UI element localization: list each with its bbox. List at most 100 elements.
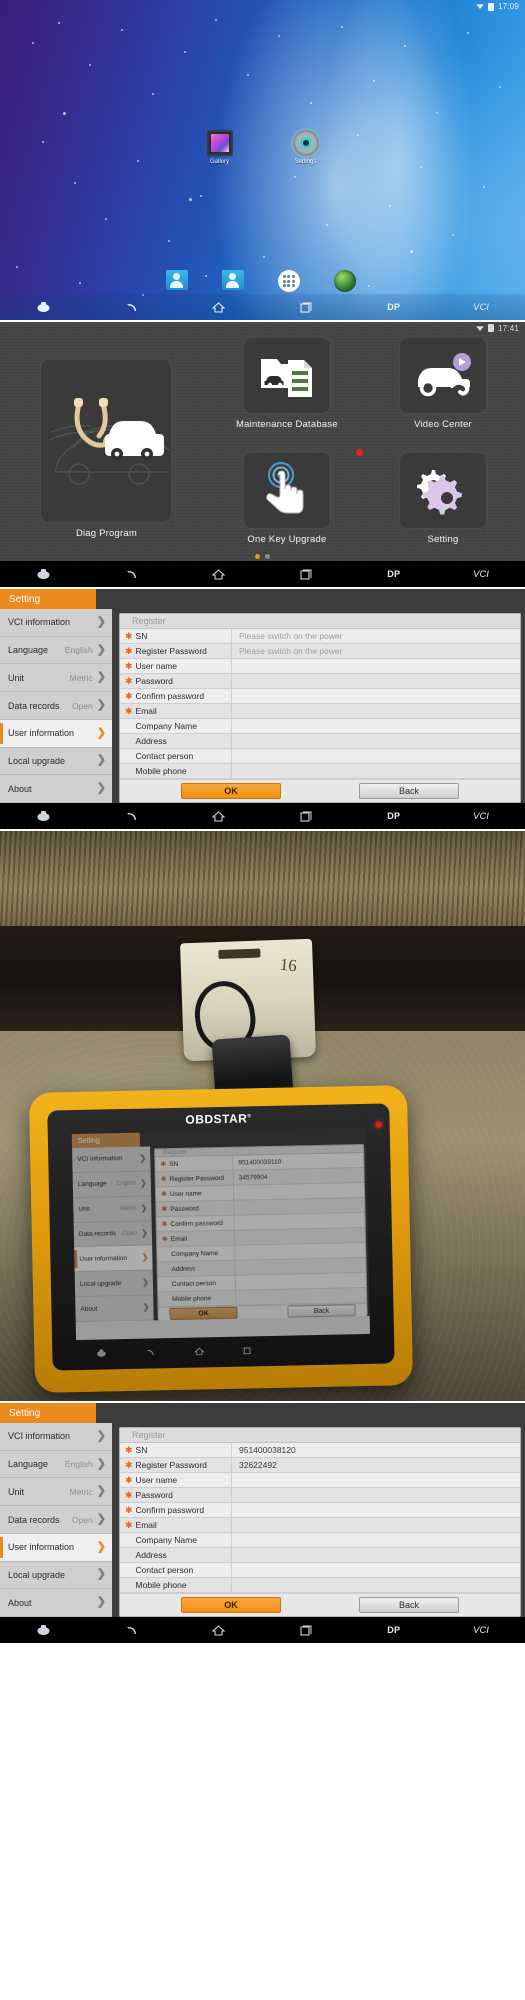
page-dot-active[interactable] <box>255 554 260 559</box>
form-row-email[interactable]: ✱ Email <box>120 704 520 720</box>
tile-diag-program[interactable]: Diag Program <box>8 336 205 561</box>
form-row-confirm-password[interactable]: ✱ Confirm password <box>120 1503 520 1519</box>
password-input[interactable] <box>234 1198 364 1215</box>
mobile-phone-input[interactable] <box>232 764 520 778</box>
sidebar-item-data-records[interactable]: Data records Open ❯ <box>0 692 112 720</box>
sidebar-item-vci-information[interactable]: VCI information ❯ <box>0 1423 112 1451</box>
address-input[interactable] <box>232 734 520 748</box>
register-password-input[interactable]: 32622492 <box>232 1458 520 1472</box>
sn-input[interactable]: 951400038120 <box>232 1443 520 1457</box>
form-row-address[interactable]: ✱Address <box>120 1548 520 1564</box>
contact-person-input[interactable] <box>232 749 520 763</box>
sn-input[interactable]: 951400039110 <box>233 1153 363 1170</box>
tile-video-center[interactable]: Video Center <box>369 336 517 447</box>
nav-back-button[interactable] <box>88 568 176 580</box>
nav-recents-button[interactable] <box>263 1625 351 1636</box>
nav-recents-button[interactable] <box>223 1346 272 1355</box>
form-row-user-name[interactable]: ✱ User name <box>120 1473 520 1489</box>
sidebar-item-language[interactable]: Language English ❯ <box>0 1450 112 1479</box>
nav-vci-button[interactable]: VCI <box>438 811 525 821</box>
nav-back-button[interactable] <box>125 1348 174 1357</box>
confirm-password-input[interactable] <box>235 1213 365 1230</box>
email-input[interactable] <box>235 1228 365 1245</box>
nav-dp-button[interactable]: DP <box>350 302 438 312</box>
sidebar-item-user-information[interactable]: User information ❯ <box>0 1533 112 1562</box>
dock-browser[interactable] <box>333 270 360 292</box>
form-row-register-password[interactable]: ✱ Register Password 32622492 <box>120 1458 520 1474</box>
tab-setting[interactable]: Setting <box>0 589 96 609</box>
form-row-email[interactable]: ✱ Email <box>120 1518 520 1534</box>
nav-recents-button[interactable] <box>263 302 351 313</box>
form-row-password[interactable]: ✱ Password <box>120 1488 520 1504</box>
nav-vci-button[interactable]: VCI <box>438 302 525 312</box>
user-name-input[interactable] <box>232 1473 520 1487</box>
nav-vci-button[interactable] <box>321 1348 370 1349</box>
nav-home-button[interactable] <box>175 810 263 822</box>
sidebar-item-language[interactable]: Language English ❯ <box>72 1171 152 1198</box>
form-row-contact-person[interactable]: ✱Contact person <box>120 1563 520 1579</box>
contact-person-input[interactable] <box>236 1273 366 1290</box>
password-input[interactable] <box>232 1488 520 1502</box>
dock-contacts[interactable] <box>221 270 248 292</box>
contact-person-input[interactable] <box>232 1563 520 1577</box>
address-input[interactable] <box>232 1548 520 1562</box>
mobile-phone-input[interactable] <box>232 1578 520 1592</box>
confirm-password-input[interactable] <box>232 689 520 703</box>
confirm-password-input[interactable] <box>232 1503 520 1517</box>
tile-one-key-upgrade[interactable]: One Key Upgrade <box>213 448 363 562</box>
sidebar-item-user-information[interactable]: User information ❯ <box>0 719 112 748</box>
home-app-gallery[interactable]: Gallery <box>194 130 246 165</box>
ok-button[interactable]: OK <box>169 1306 238 1321</box>
nav-home-button[interactable] <box>175 301 263 313</box>
nav-home-button[interactable] <box>175 1624 263 1636</box>
sidebar-item-vci-information[interactable]: VCI information ❯ <box>0 609 112 637</box>
user-name-input[interactable] <box>234 1183 364 1200</box>
nav-recents-button[interactable] <box>263 811 351 822</box>
sn-input[interactable]: Please switch on the power <box>232 629 520 643</box>
nav-recents-button[interactable] <box>263 569 351 580</box>
dock-phone-contact[interactable] <box>165 270 192 292</box>
company-name-input[interactable] <box>235 1243 365 1260</box>
form-row-address[interactable]: ✱Address <box>120 734 520 750</box>
sidebar-item-local-upgrade[interactable]: Local upgrade ❯ <box>0 747 112 776</box>
form-row-password[interactable]: ✱ Password <box>120 674 520 690</box>
nav-back-button[interactable] <box>88 301 176 313</box>
sidebar-item-language[interactable]: Language English ❯ <box>0 636 112 665</box>
sidebar-item-unit[interactable]: Unit Metric ❯ <box>0 664 112 693</box>
nav-vci-button[interactable]: VCI <box>438 569 525 579</box>
form-row-sn[interactable]: ✱ SN 951400038120 <box>120 1443 520 1459</box>
sidebar-item-about[interactable]: About ❯ <box>75 1295 154 1323</box>
nav-home-button[interactable] <box>174 1347 223 1356</box>
email-input[interactable] <box>232 1518 520 1532</box>
form-row-sn[interactable]: ✱ SN Please switch on the power <box>120 629 520 645</box>
nav-vci-button[interactable]: VCI <box>438 1625 525 1635</box>
sidebar-item-vci-information[interactable]: VCI information ❯ <box>72 1146 151 1173</box>
back-button[interactable]: Back <box>287 1304 356 1318</box>
address-input[interactable] <box>235 1258 365 1275</box>
dock-all-apps[interactable] <box>277 270 304 292</box>
nav-screenshot-button[interactable] <box>0 810 88 822</box>
sidebar-item-local-upgrade[interactable]: Local upgrade ❯ <box>74 1270 154 1298</box>
form-row-confirm-password[interactable]: ✱ Confirm password <box>120 689 520 705</box>
nav-dp-button[interactable]: DP <box>350 811 438 821</box>
ok-button[interactable]: OK <box>181 1597 281 1614</box>
form-row-mobile-phone[interactable]: ✱Mobile phone <box>120 1578 520 1594</box>
form-row-company-name[interactable]: ✱Company Name <box>120 719 520 735</box>
nav-back-button[interactable] <box>88 810 176 822</box>
register-password-input[interactable]: 34579904 <box>234 1168 364 1185</box>
sidebar-item-about[interactable]: About ❯ <box>0 775 112 804</box>
sidebar-item-local-upgrade[interactable]: Local upgrade ❯ <box>0 1561 112 1590</box>
tile-setting[interactable]: Setting <box>369 450 517 562</box>
sidebar-item-data-records[interactable]: Data records Open ❯ <box>0 1506 112 1534</box>
nav-dp-button[interactable]: DP <box>350 1625 438 1635</box>
tab-setting[interactable]: Setting <box>71 1132 141 1149</box>
back-button[interactable]: Back <box>359 1597 459 1614</box>
nav-dp-button[interactable] <box>272 1349 321 1350</box>
password-input[interactable] <box>232 674 520 688</box>
page-dot[interactable] <box>265 554 270 559</box>
nav-screenshot-button[interactable] <box>76 1349 125 1358</box>
mobile-phone-input[interactable] <box>236 1288 366 1305</box>
tab-setting[interactable]: Setting <box>0 1403 96 1423</box>
tile-maintenance-database[interactable]: Maintenance Database <box>213 336 361 447</box>
user-name-input[interactable] <box>232 659 520 673</box>
